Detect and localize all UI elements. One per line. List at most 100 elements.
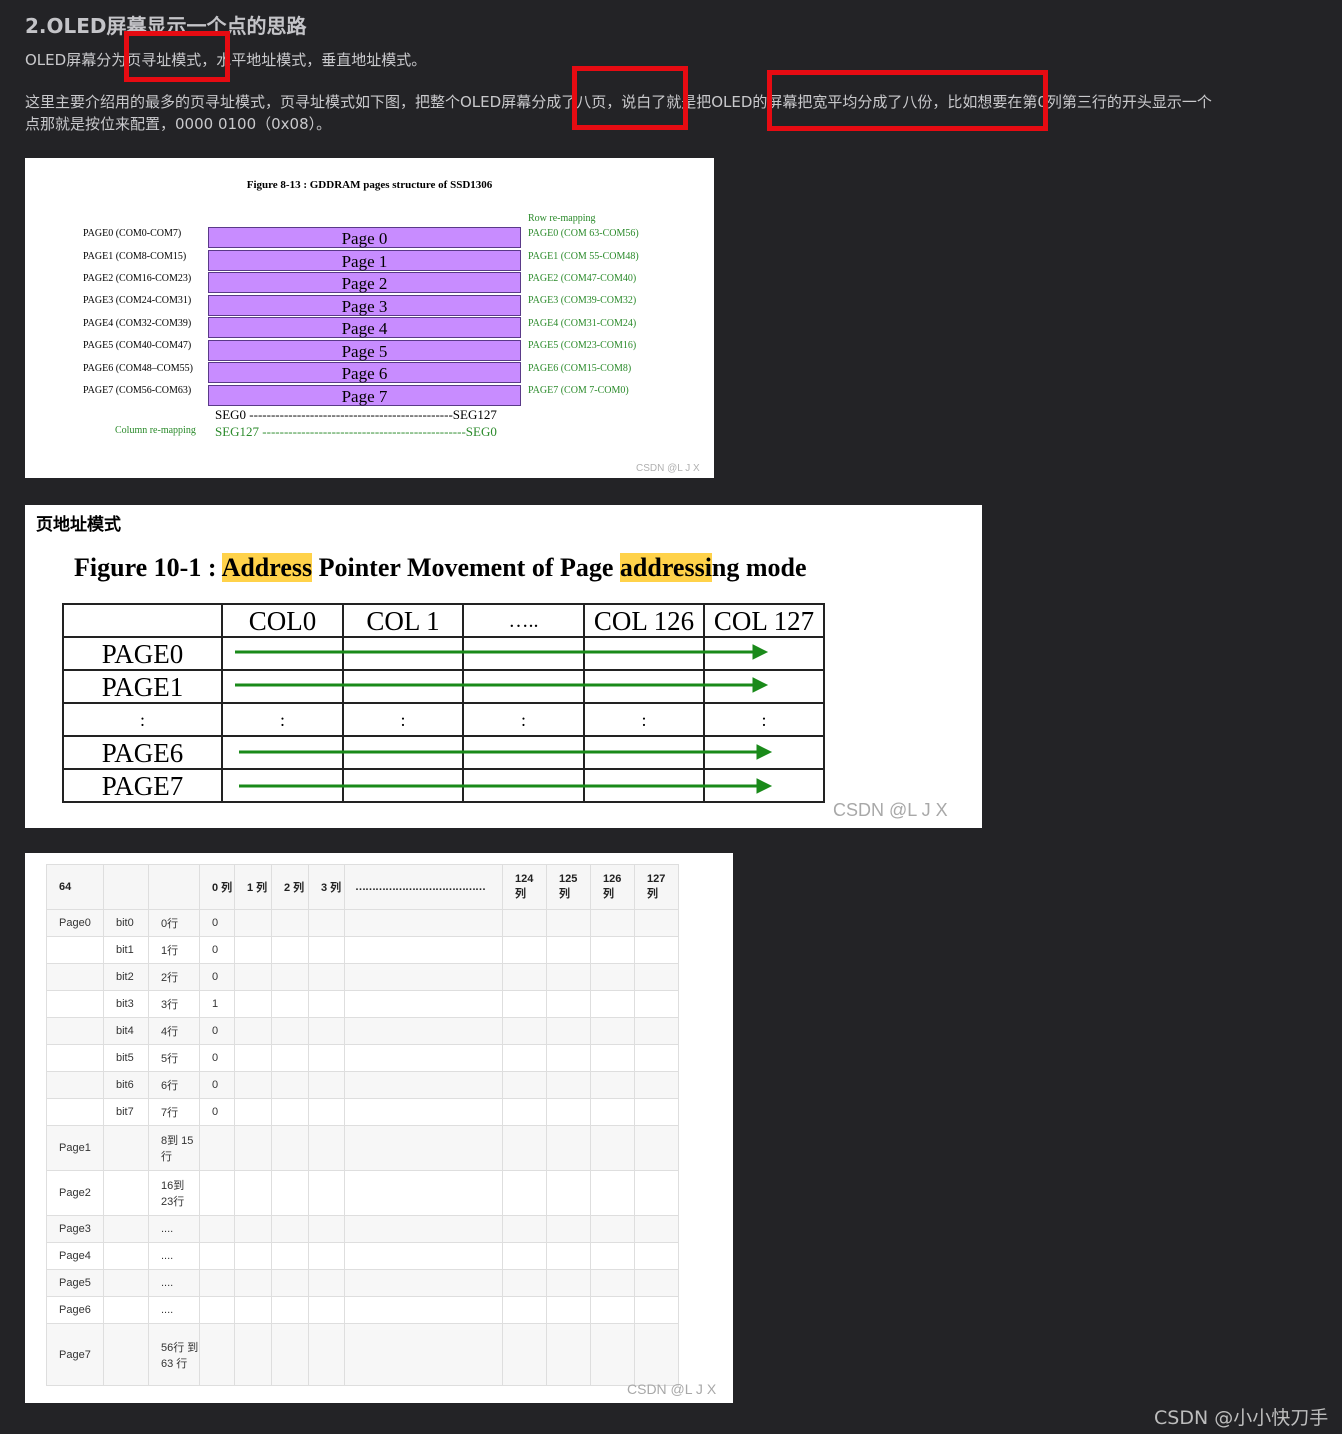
header-cell: 64: [46, 864, 104, 910]
page-block: Page 7: [208, 385, 521, 406]
page-cell: [46, 1017, 104, 1045]
bit-cell: [103, 1269, 149, 1297]
bit-cell: [103, 1296, 149, 1324]
value-cell: [199, 1215, 235, 1243]
right-page-label: PAGE5 (COM23-COM16): [528, 340, 637, 351]
bit-cell: bit5: [103, 1044, 149, 1072]
value-cell: [199, 1242, 235, 1270]
bit-cell: bit1: [103, 936, 149, 964]
left-page-label: PAGE4 (COM32-COM39): [83, 318, 192, 329]
right-page-label: PAGE7 (COM 7-COM0): [528, 385, 629, 396]
gddram-pages-figure: Figure 8-13 : GDDRAM pages structure of …: [25, 158, 714, 478]
bit-cell: bit0: [103, 909, 149, 937]
row-cell: 2行: [148, 963, 200, 991]
header-cell: 126 列: [590, 864, 635, 910]
page-cell: [46, 990, 104, 1018]
value-cell: [199, 1323, 235, 1386]
header-cell: 3 列: [308, 864, 345, 910]
right-page-label: PAGE6 (COM15-COM8): [528, 363, 632, 374]
row-cell: 5行: [148, 1044, 200, 1072]
explanation-line-2: 点那就是按位来配置，0000 0100（0x08）。: [25, 115, 332, 133]
page-cell: [46, 1044, 104, 1072]
row-cell: 16到 23行: [148, 1170, 200, 1216]
page-cell: Page4: [46, 1242, 104, 1270]
column-remap-label: Column re-mapping: [115, 425, 196, 436]
left-page-label: PAGE1 (COM8-COM15): [83, 251, 187, 262]
value-cell: 1: [199, 990, 235, 1018]
value-cell: 0: [199, 1044, 235, 1072]
bit-cell: [103, 1242, 149, 1270]
page-cell: Page3: [46, 1215, 104, 1243]
value-cell: 0: [199, 963, 235, 991]
page-block: Page 6: [208, 362, 521, 383]
page-block: Page 3: [208, 295, 521, 316]
arrow-head-icon: [752, 677, 769, 693]
bit-cell: [103, 1323, 149, 1386]
value-cell: 0: [199, 1071, 235, 1099]
page-cell: [46, 936, 104, 964]
watermark: CSDN @L J X: [636, 463, 700, 474]
value-cell: [199, 1170, 235, 1216]
header-cell: 124 列: [502, 864, 547, 910]
row-cell: ....: [148, 1242, 200, 1270]
highlight-box-page-mode: [124, 31, 230, 82]
left-page-label: PAGE2 (COM16-COM23): [83, 273, 192, 284]
header-cell: [103, 864, 149, 910]
page-cell: [46, 1071, 104, 1099]
figure-title: Figure 8-13 : GDDRAM pages structure of …: [246, 179, 493, 191]
right-page-label: PAGE0 (COM 63-COM56): [528, 228, 639, 239]
page-cell: Page7: [46, 1323, 104, 1386]
bit-cell: [103, 1170, 149, 1216]
row-cell: 4行: [148, 1017, 200, 1045]
value-cell: 0: [199, 909, 235, 937]
row-cell: ....: [148, 1296, 200, 1324]
right-page-label: PAGE4 (COM31-COM24): [528, 318, 637, 329]
page-cell: [46, 1098, 104, 1126]
bit-cell: bit2: [103, 963, 149, 991]
value-cell: 0: [199, 1098, 235, 1126]
row-remap-label: Row re-mapping: [528, 213, 596, 224]
value-cell: [199, 1125, 235, 1171]
header-cell: [148, 864, 200, 910]
bit-cell: bit7: [103, 1098, 149, 1126]
page-cell: Page5: [46, 1269, 104, 1297]
row-cell: 7行: [148, 1098, 200, 1126]
header-cell: 127 列: [634, 864, 679, 910]
value-cell: 0: [199, 936, 235, 964]
row-cell: 6行: [148, 1071, 200, 1099]
row-cell: ....: [148, 1269, 200, 1297]
row-cell: 0行: [148, 909, 200, 937]
value-cell: 0: [199, 1017, 235, 1045]
left-page-label: PAGE6 (COM48–COM55): [83, 363, 193, 374]
left-page-label: PAGE7 (COM56-COM63): [83, 385, 192, 396]
header-cell: 1 列: [234, 864, 272, 910]
right-page-label: PAGE3 (COM39-COM32): [528, 295, 637, 306]
arrow-head-icon: [756, 744, 773, 760]
segment-range: SEG0 -----------------------------------…: [215, 407, 497, 422]
csdn-author-watermark: CSDN @小小快刀手: [1154, 1407, 1329, 1429]
row-cell: 8到 15行: [148, 1125, 200, 1171]
right-page-label: PAGE1 (COM 55-COM48): [528, 251, 639, 262]
value-cell: [199, 1296, 235, 1324]
page-cell: [46, 963, 104, 991]
bit-cell: bit4: [103, 1017, 149, 1045]
row-cell: 3行: [148, 990, 200, 1018]
bit-cell: [103, 1125, 149, 1171]
left-page-label: PAGE3 (COM24-COM31): [83, 295, 192, 306]
page-block: Page 2: [208, 272, 521, 293]
header-cell: 0 列: [199, 864, 235, 910]
watermark: CSDN @L J X: [833, 800, 948, 820]
row-cell: 1行: [148, 936, 200, 964]
arrow-head-icon: [756, 778, 773, 794]
header-cell: 125 列: [546, 864, 591, 910]
page-addressing-figure: 页地址模式 Figure 10-1 : Address Pointer Move…: [25, 505, 982, 828]
segment-remap-range: SEG127 ---------------------------------…: [215, 424, 497, 439]
header-cell: …………………………………: [344, 864, 503, 910]
bit-cell: bit3: [103, 990, 149, 1018]
page-cell: Page1: [46, 1125, 104, 1171]
page-cell: Page0: [46, 909, 104, 937]
bit-map-table: 64 0 列 1 列 2 列 3 列 ………………………………… 124 列 1…: [46, 864, 679, 1386]
highlight-box-eight-pages: [572, 66, 688, 130]
value-cell: [199, 1269, 235, 1297]
bit-map-table-figure: 64 0 列 1 列 2 列 3 列 ………………………………… 124 列 1…: [25, 853, 733, 1403]
